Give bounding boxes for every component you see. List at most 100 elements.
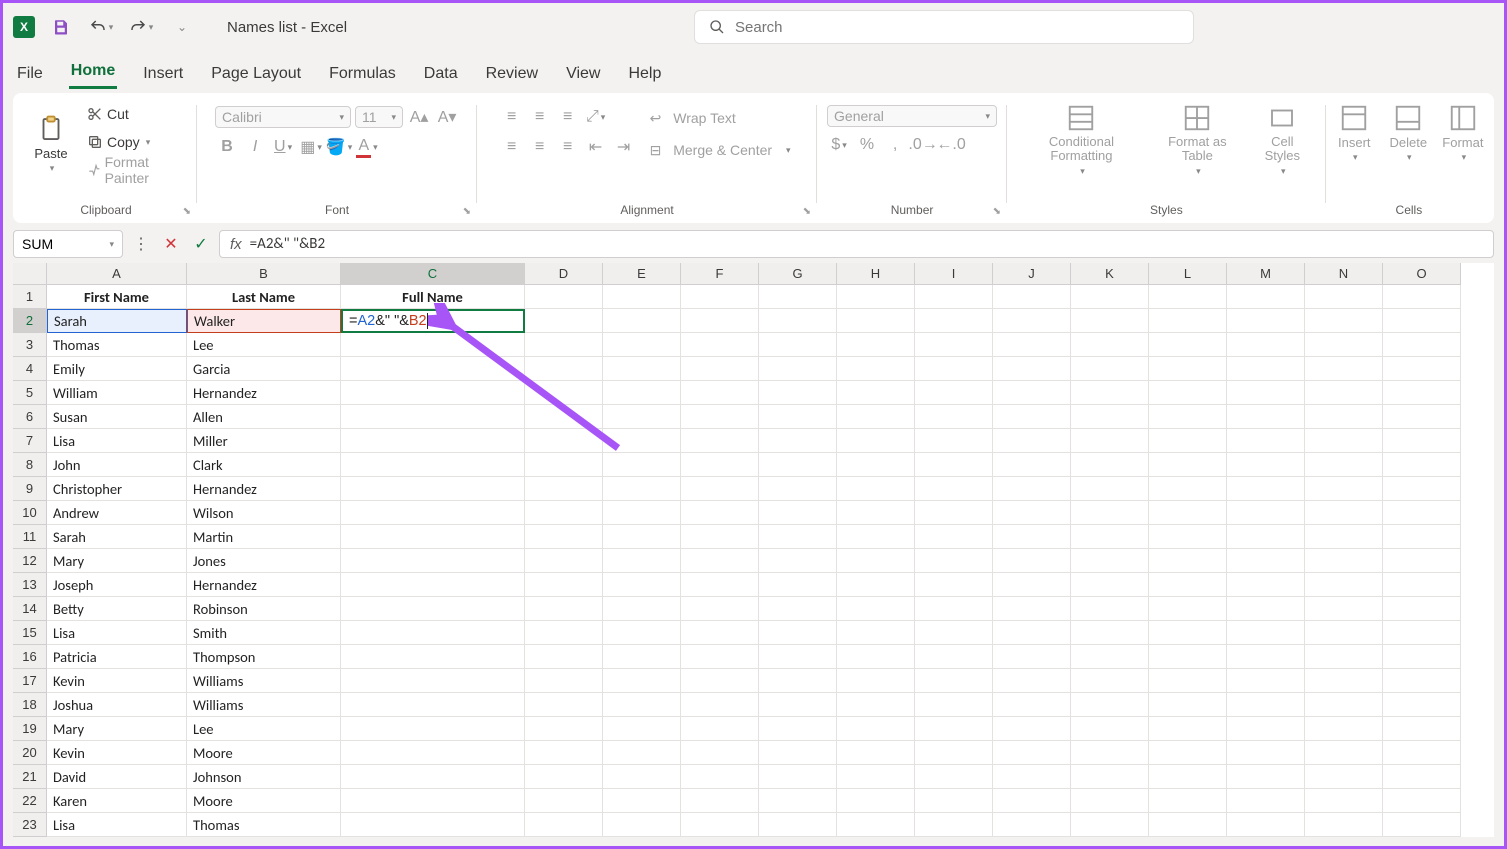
cell-H7[interactable]: [837, 429, 915, 453]
cell-O6[interactable]: [1383, 405, 1461, 429]
cell-A20[interactable]: Kevin: [47, 741, 187, 765]
cell-J20[interactable]: [993, 741, 1071, 765]
column-header-E[interactable]: E: [603, 263, 681, 285]
cell-C8[interactable]: [341, 453, 525, 477]
cell-B18[interactable]: Williams: [187, 693, 341, 717]
row-header-10[interactable]: 10: [13, 501, 47, 525]
cut-button[interactable]: Cut: [83, 101, 187, 127]
font-name-select[interactable]: Calibri▾: [215, 106, 351, 128]
cell-H15[interactable]: [837, 621, 915, 645]
name-box[interactable]: SUM▾: [13, 230, 123, 258]
cell-E20[interactable]: [603, 741, 681, 765]
cell-O13[interactable]: [1383, 573, 1461, 597]
cell-E13[interactable]: [603, 573, 681, 597]
search-box[interactable]: [694, 10, 1194, 44]
cell-F19[interactable]: [681, 717, 759, 741]
cell-A19[interactable]: Mary: [47, 717, 187, 741]
cell-D1[interactable]: [525, 285, 603, 309]
cell-M19[interactable]: [1227, 717, 1305, 741]
cell-E1[interactable]: [603, 285, 681, 309]
cell-I12[interactable]: [915, 549, 993, 573]
cell-C4[interactable]: [341, 357, 525, 381]
cell-I10[interactable]: [915, 501, 993, 525]
cell-C9[interactable]: [341, 477, 525, 501]
cell-J11[interactable]: [993, 525, 1071, 549]
cell-I9[interactable]: [915, 477, 993, 501]
cell-C3[interactable]: [341, 333, 525, 357]
cell-G7[interactable]: [759, 429, 837, 453]
row-header-7[interactable]: 7: [13, 429, 47, 453]
cell-G2[interactable]: [759, 309, 837, 333]
cell-C23[interactable]: [341, 813, 525, 837]
cell-C17[interactable]: [341, 669, 525, 693]
cell-B2[interactable]: Walker: [187, 309, 341, 333]
cell-B10[interactable]: Wilson: [187, 501, 341, 525]
cell-E12[interactable]: [603, 549, 681, 573]
cell-M15[interactable]: [1227, 621, 1305, 645]
cell-I6[interactable]: [915, 405, 993, 429]
cell-L22[interactable]: [1149, 789, 1227, 813]
cell-M3[interactable]: [1227, 333, 1305, 357]
cell-K14[interactable]: [1071, 597, 1149, 621]
cell-D15[interactable]: [525, 621, 603, 645]
fx-icon[interactable]: fx: [230, 236, 242, 253]
cell-F1[interactable]: [681, 285, 759, 309]
cell-G13[interactable]: [759, 573, 837, 597]
cell-O11[interactable]: [1383, 525, 1461, 549]
cell-G15[interactable]: [759, 621, 837, 645]
select-all-corner[interactable]: [13, 263, 47, 285]
cell-B13[interactable]: Hernandez: [187, 573, 341, 597]
cell-E10[interactable]: [603, 501, 681, 525]
cell-C1[interactable]: Full Name: [341, 285, 525, 309]
cell-D6[interactable]: [525, 405, 603, 429]
cell-O19[interactable]: [1383, 717, 1461, 741]
cell-N17[interactable]: [1305, 669, 1383, 693]
cell-C6[interactable]: [341, 405, 525, 429]
row-header-15[interactable]: 15: [13, 621, 47, 645]
cell-B23[interactable]: Thomas: [187, 813, 341, 837]
cell-F7[interactable]: [681, 429, 759, 453]
cell-H13[interactable]: [837, 573, 915, 597]
cell-N4[interactable]: [1305, 357, 1383, 381]
cell-O14[interactable]: [1383, 597, 1461, 621]
cell-I18[interactable]: [915, 693, 993, 717]
tab-view[interactable]: View: [564, 59, 602, 89]
cell-K4[interactable]: [1071, 357, 1149, 381]
cell-N11[interactable]: [1305, 525, 1383, 549]
cell-I4[interactable]: [915, 357, 993, 381]
cell-G1[interactable]: [759, 285, 837, 309]
cell-D19[interactable]: [525, 717, 603, 741]
cell-M8[interactable]: [1227, 453, 1305, 477]
row-header-2[interactable]: 2: [13, 309, 47, 333]
cell-N3[interactable]: [1305, 333, 1383, 357]
cell-L13[interactable]: [1149, 573, 1227, 597]
cell-H10[interactable]: [837, 501, 915, 525]
cell-B21[interactable]: Johnson: [187, 765, 341, 789]
row-header-12[interactable]: 12: [13, 549, 47, 573]
undo-icon[interactable]: ▾: [87, 13, 115, 41]
cell-L3[interactable]: [1149, 333, 1227, 357]
cell-I20[interactable]: [915, 741, 993, 765]
cell-J13[interactable]: [993, 573, 1071, 597]
cell-D8[interactable]: [525, 453, 603, 477]
cell-L21[interactable]: [1149, 765, 1227, 789]
column-header-K[interactable]: K: [1071, 263, 1149, 285]
cell-I21[interactable]: [915, 765, 993, 789]
cell-G3[interactable]: [759, 333, 837, 357]
row-header-3[interactable]: 3: [13, 333, 47, 357]
cell-O21[interactable]: [1383, 765, 1461, 789]
cell-K2[interactable]: [1071, 309, 1149, 333]
paste-button[interactable]: Paste▾: [25, 101, 77, 187]
cell-E19[interactable]: [603, 717, 681, 741]
cell-L15[interactable]: [1149, 621, 1227, 645]
cell-A11[interactable]: Sarah: [47, 525, 187, 549]
dialog-launcher-icon[interactable]: ⬊: [463, 206, 471, 217]
cell-E22[interactable]: [603, 789, 681, 813]
cell-G14[interactable]: [759, 597, 837, 621]
cell-G19[interactable]: [759, 717, 837, 741]
cell-K19[interactable]: [1071, 717, 1149, 741]
number-format-select[interactable]: General▾: [827, 105, 997, 127]
row-header-16[interactable]: 16: [13, 645, 47, 669]
cell-K17[interactable]: [1071, 669, 1149, 693]
cell-A7[interactable]: Lisa: [47, 429, 187, 453]
